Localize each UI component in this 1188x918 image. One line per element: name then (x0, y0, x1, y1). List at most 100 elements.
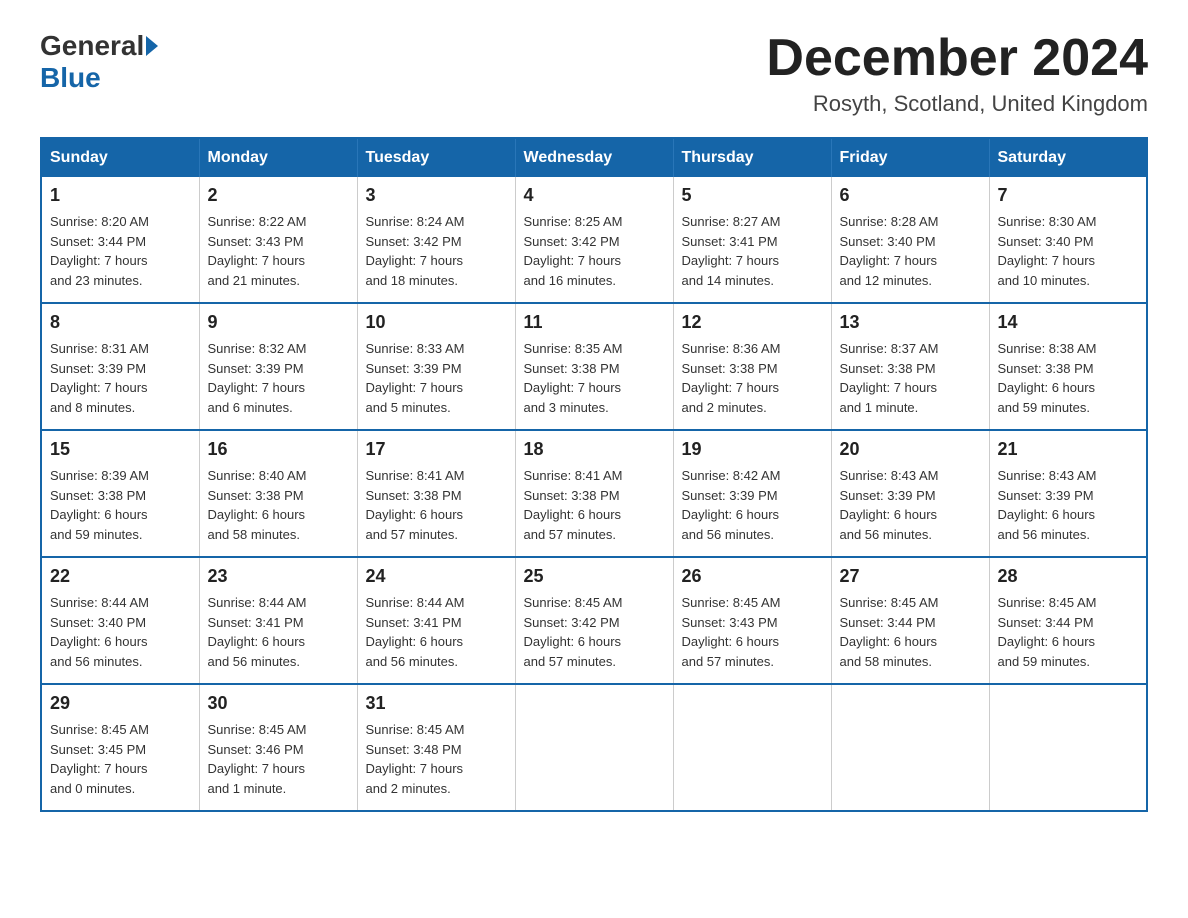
calendar-cell: 9 Sunrise: 8:32 AMSunset: 3:39 PMDaylight… (199, 303, 357, 430)
logo: General Blue (40, 30, 160, 94)
calendar-cell: 1 Sunrise: 8:20 AMSunset: 3:44 PMDaylight… (41, 177, 199, 303)
calendar-cell: 6 Sunrise: 8:28 AMSunset: 3:40 PMDaylight… (831, 177, 989, 303)
day-info: Sunrise: 8:45 AMSunset: 3:44 PMDaylight:… (840, 593, 981, 671)
day-number: 20 (840, 439, 981, 460)
day-info: Sunrise: 8:31 AMSunset: 3:39 PMDaylight:… (50, 339, 191, 417)
day-number: 27 (840, 566, 981, 587)
day-info: Sunrise: 8:27 AMSunset: 3:41 PMDaylight:… (682, 212, 823, 290)
calendar-cell (831, 684, 989, 811)
day-number: 24 (366, 566, 507, 587)
calendar-cell: 24 Sunrise: 8:44 AMSunset: 3:41 PMDayligh… (357, 557, 515, 684)
day-info: Sunrise: 8:45 AMSunset: 3:48 PMDaylight:… (366, 720, 507, 798)
day-info: Sunrise: 8:41 AMSunset: 3:38 PMDaylight:… (524, 466, 665, 544)
day-info: Sunrise: 8:25 AMSunset: 3:42 PMDaylight:… (524, 212, 665, 290)
day-number: 26 (682, 566, 823, 587)
calendar-week-row: 15 Sunrise: 8:39 AMSunset: 3:38 PMDayligh… (41, 430, 1147, 557)
calendar-cell: 3Sunrise: 8:24 AMSunset: 3:42 PMDaylight… (357, 177, 515, 303)
calendar-cell: 21Sunrise: 8:43 AMSunset: 3:39 PMDayligh… (989, 430, 1147, 557)
calendar-cell: 26Sunrise: 8:45 AMSunset: 3:43 PMDayligh… (673, 557, 831, 684)
month-title: December 2024 (766, 30, 1148, 87)
calendar-cell: 20 Sunrise: 8:43 AMSunset: 3:39 PMDayligh… (831, 430, 989, 557)
title-section: December 2024 Rosyth, Scotland, United K… (766, 30, 1148, 117)
logo-arrow-icon (146, 36, 158, 56)
day-number: 18 (524, 439, 665, 460)
day-number: 10 (366, 312, 507, 333)
day-number: 29 (50, 693, 191, 714)
calendar-cell: 14 Sunrise: 8:38 AMSunset: 3:38 PMDayligh… (989, 303, 1147, 430)
calendar-cell: 11Sunrise: 8:35 AMSunset: 3:38 PMDayligh… (515, 303, 673, 430)
day-number: 16 (208, 439, 349, 460)
calendar-cell: 25 Sunrise: 8:45 AMSunset: 3:42 PMDayligh… (515, 557, 673, 684)
day-number: 8 (50, 312, 191, 333)
day-info: Sunrise: 8:20 AMSunset: 3:44 PMDaylight:… (50, 212, 191, 290)
calendar-cell: 15 Sunrise: 8:39 AMSunset: 3:38 PMDayligh… (41, 430, 199, 557)
day-number: 23 (208, 566, 349, 587)
calendar-week-row: 29 Sunrise: 8:45 AMSunset: 3:45 PMDayligh… (41, 684, 1147, 811)
day-number: 12 (682, 312, 823, 333)
calendar-cell: 5 Sunrise: 8:27 AMSunset: 3:41 PMDaylight… (673, 177, 831, 303)
day-info: Sunrise: 8:22 AMSunset: 3:43 PMDaylight:… (208, 212, 349, 290)
day-info: Sunrise: 8:44 AMSunset: 3:41 PMDaylight:… (366, 593, 507, 671)
day-number: 28 (998, 566, 1139, 587)
day-info: Sunrise: 8:33 AMSunset: 3:39 PMDaylight:… (366, 339, 507, 417)
calendar-week-row: 8 Sunrise: 8:31 AMSunset: 3:39 PMDaylight… (41, 303, 1147, 430)
day-info: Sunrise: 8:45 AMSunset: 3:44 PMDaylight:… (998, 593, 1139, 671)
day-number: 2 (208, 185, 349, 206)
calendar-cell: 7 Sunrise: 8:30 AMSunset: 3:40 PMDaylight… (989, 177, 1147, 303)
calendar-cell: 4 Sunrise: 8:25 AMSunset: 3:42 PMDaylight… (515, 177, 673, 303)
day-header-friday: Friday (831, 138, 989, 177)
day-info: Sunrise: 8:45 AMSunset: 3:46 PMDaylight:… (208, 720, 349, 798)
day-header-saturday: Saturday (989, 138, 1147, 177)
day-number: 17 (366, 439, 507, 460)
day-info: Sunrise: 8:30 AMSunset: 3:40 PMDaylight:… (998, 212, 1139, 290)
day-info: Sunrise: 8:35 AMSunset: 3:38 PMDaylight:… (524, 339, 665, 417)
calendar-cell: 12Sunrise: 8:36 AMSunset: 3:38 PMDayligh… (673, 303, 831, 430)
calendar-week-row: 22Sunrise: 8:44 AMSunset: 3:40 PMDayligh… (41, 557, 1147, 684)
calendar-cell: 18 Sunrise: 8:41 AMSunset: 3:38 PMDayligh… (515, 430, 673, 557)
day-info: Sunrise: 8:24 AMSunset: 3:42 PMDaylight:… (366, 212, 507, 290)
day-info: Sunrise: 8:38 AMSunset: 3:38 PMDaylight:… (998, 339, 1139, 417)
day-number: 25 (524, 566, 665, 587)
day-info: Sunrise: 8:44 AMSunset: 3:41 PMDaylight:… (208, 593, 349, 671)
calendar-cell: 8 Sunrise: 8:31 AMSunset: 3:39 PMDaylight… (41, 303, 199, 430)
calendar-cell: 27 Sunrise: 8:45 AMSunset: 3:44 PMDayligh… (831, 557, 989, 684)
day-number: 4 (524, 185, 665, 206)
calendar-cell: 13 Sunrise: 8:37 AMSunset: 3:38 PMDayligh… (831, 303, 989, 430)
day-number: 31 (366, 693, 507, 714)
day-number: 1 (50, 185, 191, 206)
calendar-cell (989, 684, 1147, 811)
day-number: 5 (682, 185, 823, 206)
location-subtitle: Rosyth, Scotland, United Kingdom (766, 91, 1148, 117)
calendar-cell: 10 Sunrise: 8:33 AMSunset: 3:39 PMDayligh… (357, 303, 515, 430)
day-number: 15 (50, 439, 191, 460)
day-info: Sunrise: 8:44 AMSunset: 3:40 PMDaylight:… (50, 593, 191, 671)
day-number: 6 (840, 185, 981, 206)
day-info: Sunrise: 8:39 AMSunset: 3:38 PMDaylight:… (50, 466, 191, 544)
day-info: Sunrise: 8:45 AMSunset: 3:45 PMDaylight:… (50, 720, 191, 798)
day-info: Sunrise: 8:43 AMSunset: 3:39 PMDaylight:… (840, 466, 981, 544)
calendar-cell: 23 Sunrise: 8:44 AMSunset: 3:41 PMDayligh… (199, 557, 357, 684)
day-number: 19 (682, 439, 823, 460)
day-number: 13 (840, 312, 981, 333)
day-info: Sunrise: 8:32 AMSunset: 3:39 PMDaylight:… (208, 339, 349, 417)
day-info: Sunrise: 8:28 AMSunset: 3:40 PMDaylight:… (840, 212, 981, 290)
calendar-cell: 2 Sunrise: 8:22 AMSunset: 3:43 PMDaylight… (199, 177, 357, 303)
day-number: 30 (208, 693, 349, 714)
calendar-cell: 17Sunrise: 8:41 AMSunset: 3:38 PMDayligh… (357, 430, 515, 557)
calendar-cell (515, 684, 673, 811)
day-number: 9 (208, 312, 349, 333)
day-info: Sunrise: 8:40 AMSunset: 3:38 PMDaylight:… (208, 466, 349, 544)
day-number: 7 (998, 185, 1139, 206)
day-header-sunday: Sunday (41, 138, 199, 177)
day-number: 21 (998, 439, 1139, 460)
day-info: Sunrise: 8:42 AMSunset: 3:39 PMDaylight:… (682, 466, 823, 544)
day-header-monday: Monday (199, 138, 357, 177)
logo-general-text: General (40, 30, 144, 62)
calendar-cell: 22Sunrise: 8:44 AMSunset: 3:40 PMDayligh… (41, 557, 199, 684)
day-info: Sunrise: 8:45 AMSunset: 3:42 PMDaylight:… (524, 593, 665, 671)
calendar-cell: 31 Sunrise: 8:45 AMSunset: 3:48 PMDayligh… (357, 684, 515, 811)
calendar-cell: 16 Sunrise: 8:40 AMSunset: 3:38 PMDayligh… (199, 430, 357, 557)
day-number: 14 (998, 312, 1139, 333)
day-info: Sunrise: 8:37 AMSunset: 3:38 PMDaylight:… (840, 339, 981, 417)
calendar-cell: 30 Sunrise: 8:45 AMSunset: 3:46 PMDayligh… (199, 684, 357, 811)
